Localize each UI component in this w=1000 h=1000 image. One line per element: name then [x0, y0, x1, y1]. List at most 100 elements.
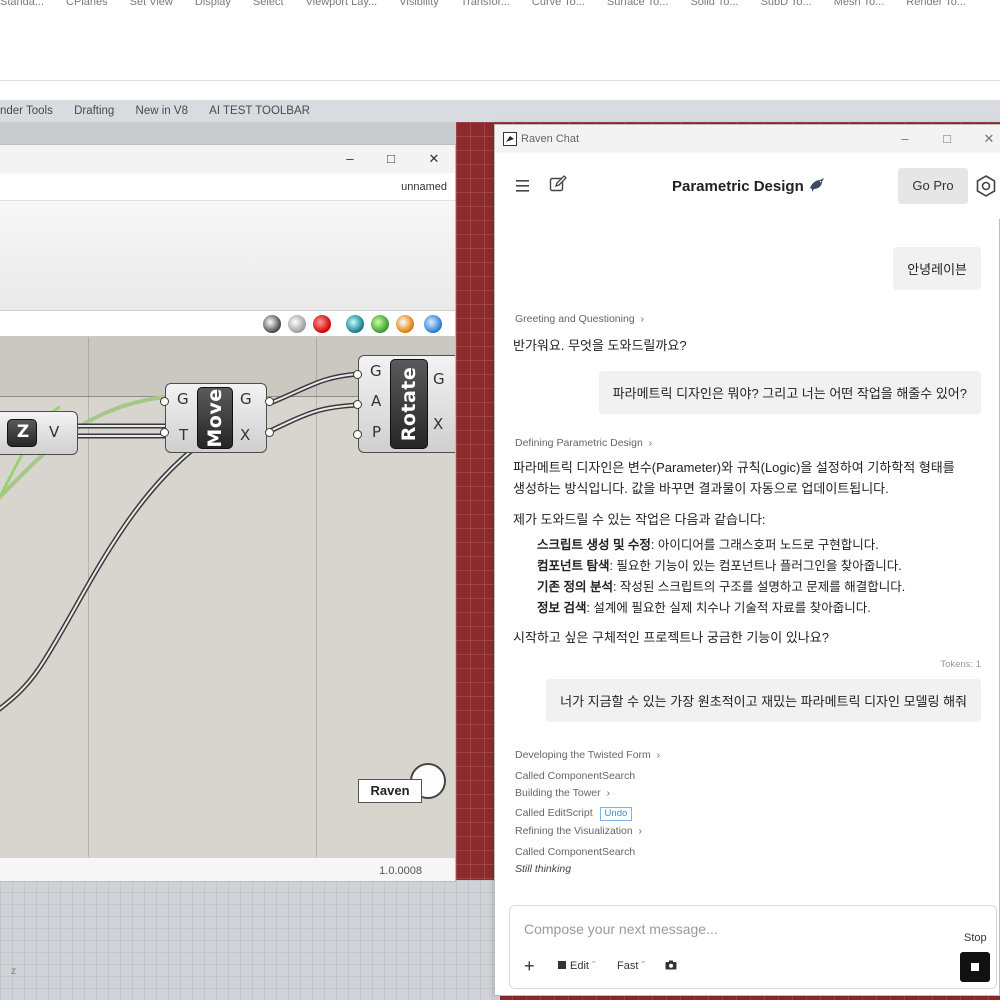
list-item: 스크립트 생성 및 수정: 아이디어를 그래스호퍼 노드로 구현합니다.: [537, 535, 905, 556]
chat-titlebar[interactable]: Raven Chat – □ ✕: [495, 125, 1000, 153]
rhino-tab[interactable]: CPlanes: [66, 0, 108, 8]
new-chat-icon[interactable]: [549, 175, 567, 193]
speed-dropdown[interactable]: Fast ˇ: [617, 960, 645, 972]
minimize-icon[interactable]: –: [342, 151, 358, 167]
close-icon[interactable]: ✕: [426, 151, 442, 167]
rhino-tab[interactable]: Set View: [130, 0, 173, 8]
rhino-tab[interactable]: Display: [195, 0, 231, 8]
chat-header: Parametric Design Go Pro: [495, 153, 1000, 219]
bake-icon[interactable]: [371, 315, 389, 333]
rhino-tab[interactable]: Curve To...: [532, 0, 585, 8]
assistant-text: 제가 도와드릴 수 있는 작업은 다음과 같습니다:: [513, 512, 766, 527]
add-attachment-button[interactable]: +: [524, 956, 535, 977]
activity-step[interactable]: Building the Tower ›: [515, 787, 610, 799]
reasoning-step[interactable]: Greeting and Questioning ›: [515, 313, 644, 325]
move-label: Move: [204, 388, 226, 448]
user-message: 너가 지금할 수 있는 가장 원초적이고 재밌는 파라메트릭 디자인 모델링 해…: [546, 679, 981, 722]
unit-z-component[interactable]: Z V: [0, 411, 78, 455]
raven-icon: [809, 178, 824, 192]
rhino-tab[interactable]: Solid To...: [690, 0, 738, 8]
mode-dropdown[interactable]: Edit ˇ: [558, 960, 596, 972]
maximize-icon[interactable]: □: [383, 151, 399, 167]
rhino-tab-render-tools[interactable]: nder Tools: [0, 100, 53, 122]
go-pro-button[interactable]: Go Pro: [898, 168, 968, 204]
rhino-toolbar-area: Standa... CPlanes Set View Display Select Vie…: [0, 0, 1000, 100]
material-icon[interactable]: [396, 315, 414, 333]
input-pin[interactable]: [353, 400, 362, 409]
shaded-preview-icon[interactable]: [313, 315, 331, 333]
list-item-text: : 작성된 스크립트의 구조를 설명하고 문제를 해결합니다.: [612, 580, 906, 594]
display-options-icon[interactable]: [424, 315, 442, 333]
input-pin[interactable]: [353, 430, 362, 439]
port-label: G: [177, 390, 189, 408]
reasoning-step[interactable]: Defining Parametric Design ›: [515, 437, 652, 449]
rhino-tab[interactable]: Viewport Lay...: [306, 0, 378, 8]
stop-icon: [971, 963, 979, 971]
tool-call: Called ComponentSearch: [515, 846, 636, 858]
output-pin[interactable]: [265, 397, 274, 406]
chevron-down-icon: ˇ: [588, 960, 596, 972]
list-item-text: : 필요한 기능이 있는 컴포넌트나 플러그인을 찾아줍니다.: [609, 559, 902, 573]
port-label: G: [370, 362, 382, 380]
list-item-text: : 아이디어를 그래스호퍼 노드로 구현합니다.: [650, 538, 879, 552]
wireframe-icon[interactable]: [288, 315, 306, 333]
port-label: G: [433, 370, 445, 388]
activity-step[interactable]: Refining the Visualization ›: [515, 825, 642, 837]
undo-button[interactable]: Undo: [599, 807, 633, 821]
rhino-tab[interactable]: SubD To...: [761, 0, 812, 8]
port-label: G: [240, 390, 252, 408]
list-item: 정보 검색: 설계에 필요한 실제 치수나 기술적 자료를 찾아줍니다.: [537, 598, 905, 619]
tool-call-label: Called EditScript: [515, 807, 593, 819]
activity-step[interactable]: Developing the Twisted Form ›: [515, 749, 660, 761]
gh-titlebar[interactable]: – □ ✕: [0, 145, 455, 173]
minimize-icon[interactable]: –: [897, 131, 913, 147]
rhino-tab[interactable]: Transfor...: [461, 0, 510, 8]
activity-label: Developing the Twisted Form: [515, 749, 651, 761]
activity-label: Building the Tower: [515, 787, 601, 799]
rhino-tab-ai-test-toolbar[interactable]: AI TEST TOOLBAR: [209, 100, 310, 122]
rhino-viewport-lower[interactable]: [0, 880, 500, 1000]
mode-label: Edit: [570, 960, 589, 972]
preview-mode-icon[interactable]: [263, 315, 281, 333]
rhino-tab-strip: Standa... CPlanes Set View Display Select Vie…: [0, 0, 1000, 10]
settings-icon[interactable]: [975, 175, 997, 197]
rhino-tab-drafting[interactable]: Drafting: [74, 100, 114, 122]
rhino-tab[interactable]: Visibility: [399, 0, 439, 8]
rhino-tab[interactable]: Mesh To...: [834, 0, 885, 8]
rhino-tab[interactable]: Standa...: [0, 0, 44, 8]
assistant-text: 시작하고 싶은 구체적인 프로젝트나 궁금한 기능이 있나요?: [513, 630, 829, 645]
close-icon[interactable]: ✕: [981, 131, 997, 147]
square-icon: [558, 961, 566, 969]
rhino-tab-new-in-v8[interactable]: New in V8: [136, 100, 188, 122]
raven-logo-icon: [503, 132, 517, 146]
selected-preview-icon[interactable]: [346, 315, 364, 333]
move-component[interactable]: G T Move G X: [160, 383, 274, 453]
rhino-tab[interactable]: Surface To...: [607, 0, 669, 8]
menu-icon[interactable]: [515, 179, 531, 193]
port-label: X: [240, 426, 251, 444]
rotate-component[interactable]: G A P Rotate G X: [353, 355, 455, 453]
input-pin[interactable]: [160, 428, 169, 437]
maximize-icon[interactable]: □: [939, 131, 955, 147]
user-message: 안녕레이븐: [893, 247, 981, 290]
thinking-indicator: Still thinking: [515, 863, 572, 875]
input-pin[interactable]: [353, 370, 362, 379]
reasoning-step-label: Greeting and Questioning: [515, 313, 635, 325]
camera-icon[interactable]: [665, 960, 677, 970]
message-composer: + Edit ˇ Fast ˇ Stop: [509, 905, 997, 989]
assistant-text-line: 파라메트릭 디자인은 변수(Parameter)와 규칙(Logic)을 설정하…: [513, 460, 955, 475]
raven-chat-window: Raven Chat – □ ✕ Parametric Design Go Pr…: [494, 124, 1000, 996]
list-item-title: 스크립트 생성 및 수정: [537, 538, 651, 552]
rhino-tab[interactable]: Select: [253, 0, 284, 8]
rhino-tab[interactable]: Render To...: [906, 0, 966, 8]
output-pin[interactable]: [265, 428, 274, 437]
chat-heading-text: Parametric Design: [672, 178, 804, 195]
input-pin[interactable]: [160, 397, 169, 406]
stop-button[interactable]: [960, 952, 990, 982]
grasshopper-window: – □ ✕ unnamed Z V G T Move G X G A P Rot…: [0, 144, 456, 882]
capability-list: 스크립트 생성 및 수정: 아이디어를 그래스호퍼 노드로 구현합니다. 컴포넌…: [537, 535, 905, 619]
chevron-right-icon: ›: [637, 313, 645, 325]
raven-badge[interactable]: Raven: [358, 779, 422, 803]
compose-input[interactable]: [524, 918, 924, 940]
move-core: Move: [197, 387, 233, 449]
